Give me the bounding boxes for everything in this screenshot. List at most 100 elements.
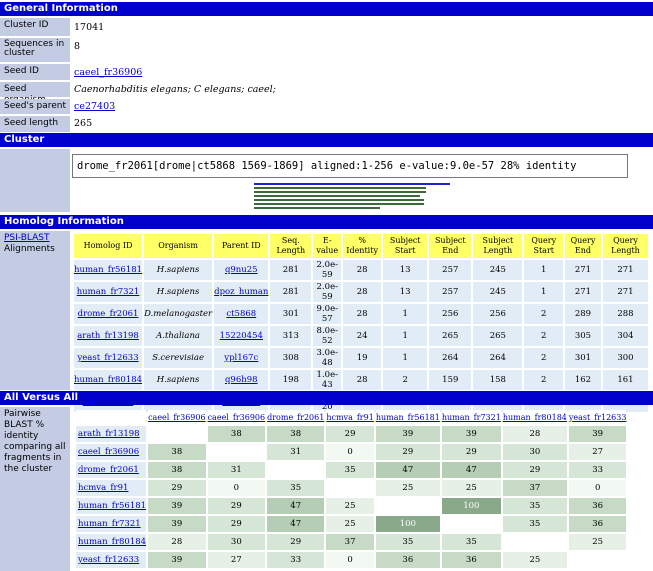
ava-cell — [502, 534, 567, 550]
ava-row-link[interactable]: human_fr56181 — [78, 501, 146, 511]
homolog-cell: 1 — [382, 326, 428, 346]
ava-cell: 38 — [148, 444, 206, 460]
homolog-cell: 271 — [565, 260, 601, 280]
parent-id-link[interactable]: 15220454 — [220, 331, 263, 341]
seed-id-link[interactable]: caeel_fr36906 — [74, 67, 142, 79]
ava-row: human_fr7321 39 29 47 25 100 35 36 — [76, 516, 627, 532]
ava-col-link[interactable]: drome_fr2061 — [267, 413, 324, 422]
homolog-id-link[interactable]: human_fr7321 — [77, 287, 140, 297]
ava-cell: 38 — [267, 426, 325, 442]
homolog-cell: 265 — [429, 326, 472, 346]
ava-row: drome_fr2061 38 31 35 47 47 29 33 — [76, 462, 627, 478]
ava-cell: 29 — [207, 498, 266, 514]
homolog-cell: 245 — [473, 260, 523, 280]
homolog-cell: 1 — [524, 260, 564, 280]
homolog-cell: 15220454 — [214, 326, 269, 346]
ava-row-link[interactable]: drome_fr2061 — [78, 465, 139, 475]
ava-col-link[interactable]: human_fr7321 — [442, 413, 501, 422]
ava-cell: 25 — [375, 480, 440, 496]
homolog-cell: 1 — [382, 348, 428, 368]
seed-parent-link[interactable]: ce27403 — [74, 101, 115, 113]
ava-header: All Versus All — [0, 391, 653, 405]
ava-row-link[interactable]: human_fr7321 — [78, 519, 141, 529]
homolog-cell: 162 — [565, 370, 601, 390]
homolog-id-link[interactable]: yeast_fr12633 — [77, 353, 138, 363]
col-subject-end: Subject End — [429, 234, 472, 258]
ava-col-link[interactable]: caeel_fr36906 — [148, 413, 206, 422]
seed-length-value: 265 — [74, 118, 93, 129]
homolog-cell: 2.0e-59 — [313, 260, 342, 280]
col-homolog-id: Homolog ID — [74, 234, 143, 258]
homolog-cell: q9nu25 — [214, 260, 269, 280]
homolog-cell: 256 — [473, 304, 523, 324]
homolog-cell: 2 — [382, 370, 428, 390]
ava-cell: 33 — [267, 552, 325, 568]
ava-row-link[interactable]: caeel_fr36906 — [78, 447, 139, 457]
cluster-id-label: Cluster ID — [0, 18, 70, 36]
ava-row-link[interactable]: hcmva_fr91 — [78, 483, 128, 493]
parent-id-link[interactable]: dpoz_human — [214, 287, 268, 297]
homolog-cell: 8.0e-52 — [313, 326, 342, 346]
ava-row-header: caeel_fr36906 — [76, 444, 147, 460]
ava-cell: 28 — [502, 426, 567, 442]
homolog-cell: 13 — [382, 282, 428, 302]
cluster-label-spacer — [0, 149, 70, 212]
seed-id-label: Seed ID — [0, 64, 70, 80]
col-query-start: Query Start — [524, 234, 564, 258]
ava-cell: 29 — [207, 516, 266, 532]
psi-blast-link[interactable]: PSI-BLAST — [4, 233, 49, 243]
alignment-bar — [254, 199, 424, 201]
col-organism: Organism — [144, 234, 213, 258]
ava-cell: 35 — [326, 462, 374, 478]
ava-row: yeast_fr12633 39 27 33 0 36 36 25 — [76, 552, 627, 568]
ava-cell — [326, 480, 374, 496]
ava-row-link[interactable]: human_fr80184 — [78, 537, 146, 547]
ava-col-link[interactable]: hcmva_fr91 — [326, 413, 373, 422]
homolog-row: human_fr7321 H.sapiens dpoz_human 281 2.0e-5… — [74, 282, 648, 302]
ava-col-link[interactable]: human_fr56181 — [376, 413, 440, 422]
homolog-cell: 301 — [270, 304, 312, 324]
ava-col-header: caeel_fr36906 — [148, 410, 206, 424]
homolog-cell: 305 — [565, 326, 601, 346]
homolog-cell: 2 — [524, 304, 564, 324]
homolog-id-link[interactable]: arath_fr13198 — [77, 331, 139, 341]
ava-cell: 37 — [502, 480, 567, 496]
parent-id-link[interactable]: ypl167c — [224, 353, 258, 363]
parent-id-link[interactable]: q9nu25 — [225, 265, 258, 275]
homolog-id-link[interactable]: human_fr56181 — [74, 265, 142, 275]
ava-col-header: caeel_fr36906 — [207, 410, 266, 424]
homolog-id-link[interactable]: human_fr80184 — [74, 375, 142, 385]
homolog-cell: 257 — [429, 260, 472, 280]
ava-col-link[interactable]: human_fr80184 — [503, 413, 567, 422]
homolog-cell: H.sapiens — [144, 282, 213, 302]
col-subject-length: Subject Length — [473, 234, 523, 258]
ava-cell: 35 — [267, 480, 325, 496]
ava-col-link[interactable]: yeast_fr12633 — [569, 413, 627, 422]
ava-cell: 35 — [502, 498, 567, 514]
parent-id-link[interactable]: ct5868 — [226, 309, 256, 319]
ava-row-header: yeast_fr12633 — [76, 552, 147, 568]
homolog-cell: A.thaliana — [144, 326, 213, 346]
ava-cell: 36 — [375, 552, 440, 568]
ava-col-link[interactable]: caeel_fr36906 — [208, 413, 266, 422]
homolog-cell: 289 — [565, 304, 601, 324]
homolog-cell: 2 — [524, 326, 564, 346]
homolog-cell: 264 — [429, 348, 472, 368]
ava-col-header: human_fr80184 — [502, 410, 567, 424]
homolog-row: yeast_fr12633 S.cerevisiae ypl167c 308 3.0e-… — [74, 348, 648, 368]
ava-row: caeel_fr36906 38 31 0 29 29 30 27 — [76, 444, 627, 460]
homolog-cell: 1 — [524, 282, 564, 302]
homolog-cell: 28 — [343, 370, 381, 390]
homolog-cell: 288 — [602, 304, 648, 324]
homolog-id-link[interactable]: drome_fr2061 — [78, 309, 139, 319]
ava-cell: 27 — [568, 444, 627, 460]
ava-cell: 29 — [267, 534, 325, 550]
ava-row-link[interactable]: yeast_fr12633 — [78, 555, 139, 565]
homolog-cell: S.cerevisiae — [144, 348, 213, 368]
ava-row-link[interactable]: arath_fr13198 — [78, 429, 140, 439]
homolog-cell: 2 — [524, 348, 564, 368]
ava-cell: 29 — [375, 444, 440, 460]
seed-length-label: Seed length — [0, 116, 70, 132]
ava-cell: 47 — [441, 462, 501, 478]
parent-id-link[interactable]: q96h98 — [225, 375, 258, 385]
